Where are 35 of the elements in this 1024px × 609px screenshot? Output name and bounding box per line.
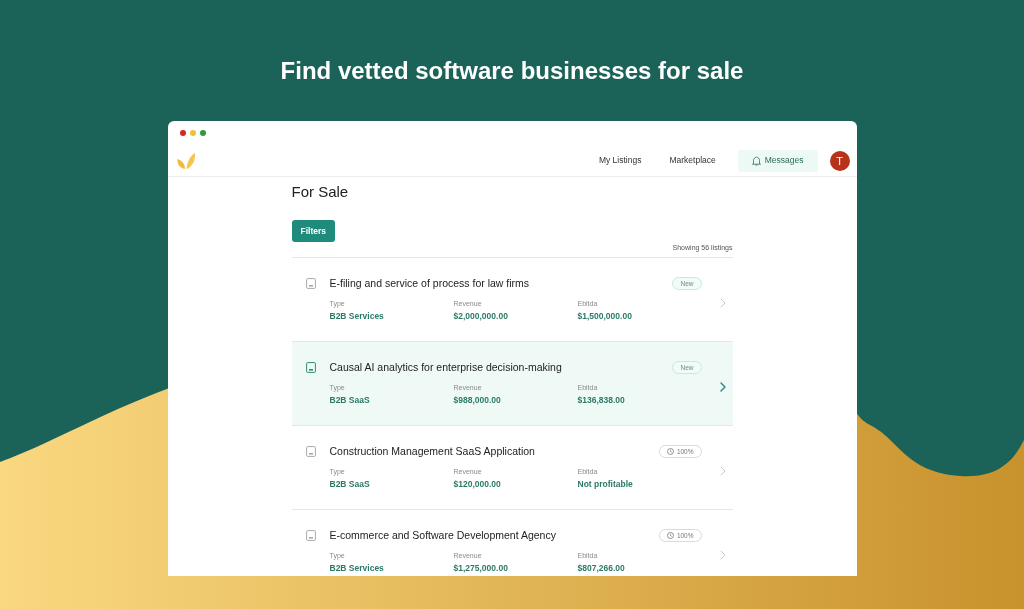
field-value: $988,000.00	[453, 395, 502, 406]
clock-icon	[666, 531, 674, 539]
page-title: For Sale	[291, 182, 350, 202]
bell-icon	[751, 155, 761, 166]
field-value: $136,838.00	[577, 395, 626, 406]
clock-icon	[666, 447, 674, 455]
listing-title: E-commerce and Software Development Agency	[329, 528, 556, 542]
listing-title: E-filing and service of process for law firms	[329, 276, 530, 290]
chevron-right-icon	[719, 550, 726, 560]
field-value: B2B Services	[329, 563, 385, 574]
filters-button[interactable]: Filters	[291, 220, 335, 242]
chevron-right-icon	[719, 298, 726, 308]
nav-link[interactable]: My Listings	[584, 149, 656, 172]
nav-link[interactable]: Messages	[737, 149, 818, 172]
field-value: B2B SaaS	[329, 395, 371, 406]
field-value: B2B Services	[329, 311, 385, 322]
listing-title: Causal AI analytics for enterprise decision-making	[329, 360, 562, 374]
field-value: Not profitable	[577, 479, 634, 490]
field-value: $807,266.00	[577, 563, 626, 574]
device-icon	[305, 278, 316, 289]
listing-title: Construction Management SaaS Application	[329, 444, 535, 458]
device-icon	[305, 362, 316, 373]
field-value: B2B SaaS	[329, 479, 371, 490]
chevron-right-icon	[719, 382, 726, 392]
field-value: $120,000.00	[453, 479, 502, 490]
headline: Find vetted software businesses for sale	[279, 56, 745, 86]
field-value: $1,275,000.00	[453, 563, 509, 574]
leaves-logo-icon	[176, 152, 195, 169]
field-value: $2,000,000.00	[453, 311, 509, 322]
nav-link[interactable]: Marketplace	[655, 149, 730, 172]
field-value: $1,500,000.00	[577, 311, 633, 322]
chevron-right-icon	[719, 466, 726, 476]
device-icon	[305, 446, 316, 457]
device-icon	[305, 530, 316, 541]
avatar-button[interactable]: T	[829, 150, 850, 171]
